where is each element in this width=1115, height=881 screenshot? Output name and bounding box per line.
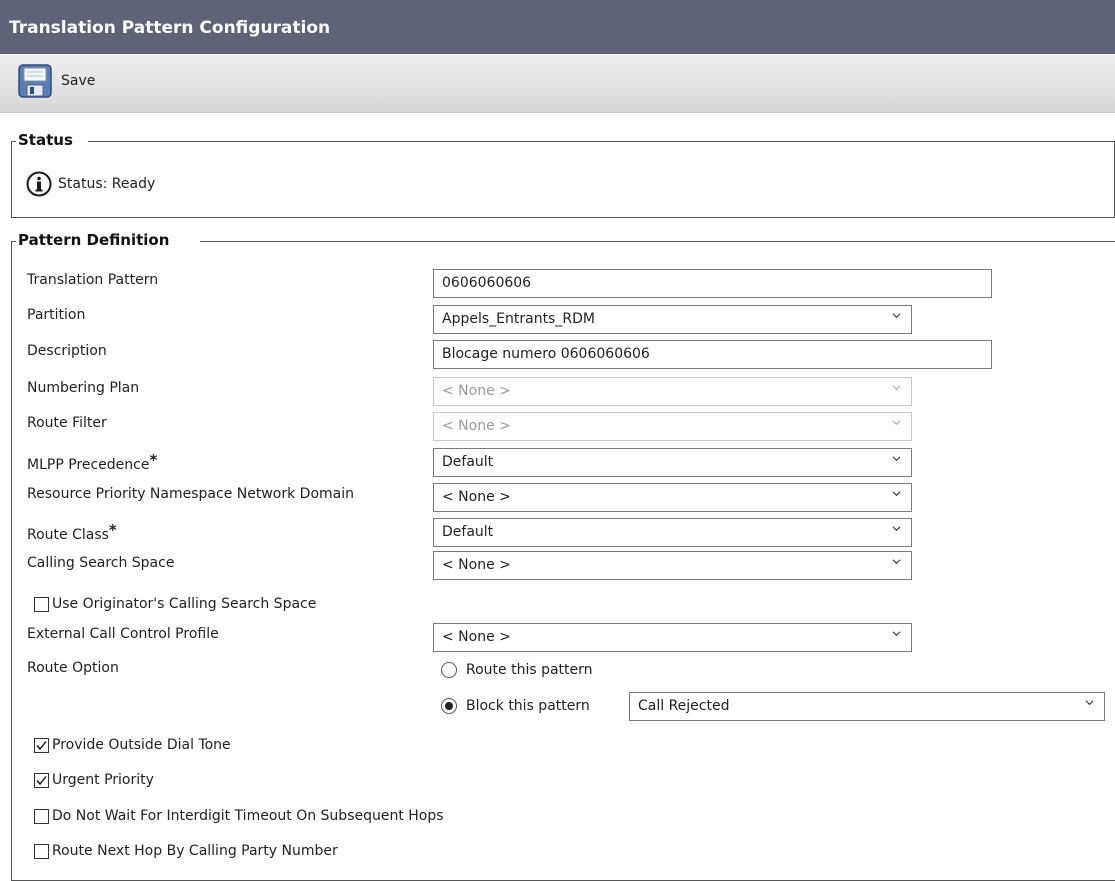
block-reason-select[interactable]: Call Rejected	[629, 692, 1105, 721]
description-label: Description	[27, 343, 107, 359]
external-call-control-value: < None >	[442, 629, 511, 645]
external-call-control-select[interactable]: < None >	[433, 623, 912, 652]
resource-priority-select[interactable]: < None >	[433, 483, 912, 512]
resource-priority-value: < None >	[442, 489, 511, 505]
route-next-hop-checkbox[interactable]	[34, 843, 49, 859]
route-this-pattern-radio[interactable]	[441, 662, 457, 678]
floppy-disk-icon	[18, 64, 52, 98]
chevron-down-icon	[892, 526, 901, 532]
route-filter-value: < None >	[442, 418, 511, 434]
block-this-pattern-radio[interactable]	[441, 698, 457, 714]
chevron-down-icon	[1085, 700, 1094, 706]
mlpp-precedence-label-text: MLPP Precedence	[27, 457, 150, 473]
pattern-group-border-right	[200, 241, 1115, 242]
use-originator-css-label: Use Originator's Calling Search Space	[52, 596, 317, 612]
provide-outside-dial-tone-label: Provide Outside Dial Tone	[52, 737, 231, 753]
provide-outside-dial-tone-checkbox[interactable]	[34, 737, 49, 753]
route-class-label-text: Route Class	[27, 527, 109, 543]
pattern-definition-legend: Pattern Definition	[16, 231, 172, 249]
block-reason-value: Call Rejected	[638, 698, 730, 714]
partition-label: Partition	[27, 307, 86, 323]
status-message: Status: Ready	[26, 171, 155, 197]
numbering-plan-value: < None >	[442, 383, 511, 399]
urgent-priority-label: Urgent Priority	[52, 772, 154, 788]
required-asterisk: *	[149, 451, 158, 469]
block-this-pattern-option[interactable]: Block this pattern	[441, 698, 590, 714]
numbering-plan-select: < None >	[433, 377, 912, 406]
chevron-down-icon	[892, 559, 901, 565]
route-class-label: Route Class*	[27, 521, 117, 543]
chevron-down-icon	[892, 385, 901, 391]
route-class-value: Default	[442, 524, 494, 540]
mlpp-precedence-value: Default	[442, 454, 494, 470]
resource-priority-label: Resource Priority Namespace Network Doma…	[27, 486, 354, 502]
external-call-control-label: External Call Control Profile	[27, 626, 219, 642]
route-filter-label: Route Filter	[27, 415, 107, 431]
chevron-down-icon	[892, 631, 901, 637]
required-asterisk: *	[108, 521, 117, 539]
do-not-wait-interdigit-label: Do Not Wait For Interdigit Timeout On Su…	[52, 808, 444, 824]
route-this-pattern-label: Route this pattern	[466, 662, 593, 678]
description-input[interactable]: Blocage numero 0606060606	[433, 340, 992, 369]
numbering-plan-label: Numbering Plan	[27, 380, 140, 396]
partition-value: Appels_Entrants_RDM	[442, 311, 595, 327]
route-this-pattern-option[interactable]: Route this pattern	[441, 662, 593, 678]
status-group	[11, 141, 1115, 218]
calling-search-space-label: Calling Search Space	[27, 555, 175, 571]
provide-outside-dial-tone-row[interactable]: Provide Outside Dial Tone	[34, 737, 231, 753]
page-title: Translation Pattern Configuration	[9, 18, 331, 38]
translation-pattern-label: Translation Pattern	[27, 272, 159, 288]
translation-pattern-input[interactable]: 0606060606	[433, 269, 992, 298]
partition-select[interactable]: Appels_Entrants_RDM	[433, 305, 912, 334]
page-title-bar: Translation Pattern Configuration	[0, 0, 1115, 54]
chevron-down-icon	[892, 491, 901, 497]
chevron-down-icon	[892, 313, 901, 319]
route-class-select[interactable]: Default	[433, 518, 912, 547]
chevron-down-icon	[892, 456, 901, 462]
mlpp-precedence-label: MLPP Precedence*	[27, 451, 157, 473]
use-originator-css-checkbox[interactable]	[34, 596, 49, 612]
route-filter-select: < None >	[433, 412, 912, 441]
checkmark-icon	[36, 775, 47, 785]
info-icon	[26, 171, 52, 197]
toolbar: Save	[0, 54, 1115, 113]
chevron-down-icon	[892, 420, 901, 426]
status-text: Status: Ready	[58, 176, 156, 192]
checkmark-icon	[36, 740, 47, 750]
route-next-hop-label: Route Next Hop By Calling Party Number	[52, 843, 338, 859]
calling-search-space-select[interactable]: < None >	[433, 551, 912, 580]
save-button-label: Save	[61, 73, 96, 89]
status-group-border-right	[88, 141, 1115, 142]
calling-search-space-value: < None >	[442, 557, 511, 573]
route-next-hop-row[interactable]: Route Next Hop By Calling Party Number	[34, 843, 338, 859]
mlpp-precedence-select[interactable]: Default	[433, 448, 912, 477]
save-button[interactable]: Save	[18, 64, 95, 98]
block-this-pattern-label: Block this pattern	[466, 698, 590, 714]
do-not-wait-interdigit-row[interactable]: Do Not Wait For Interdigit Timeout On Su…	[34, 808, 444, 824]
urgent-priority-checkbox[interactable]	[34, 772, 49, 788]
route-option-label: Route Option	[27, 660, 119, 676]
status-legend: Status	[16, 131, 75, 149]
use-originator-css-row[interactable]: Use Originator's Calling Search Space	[34, 596, 316, 612]
do-not-wait-interdigit-checkbox[interactable]	[34, 808, 49, 824]
urgent-priority-row[interactable]: Urgent Priority	[34, 772, 154, 788]
